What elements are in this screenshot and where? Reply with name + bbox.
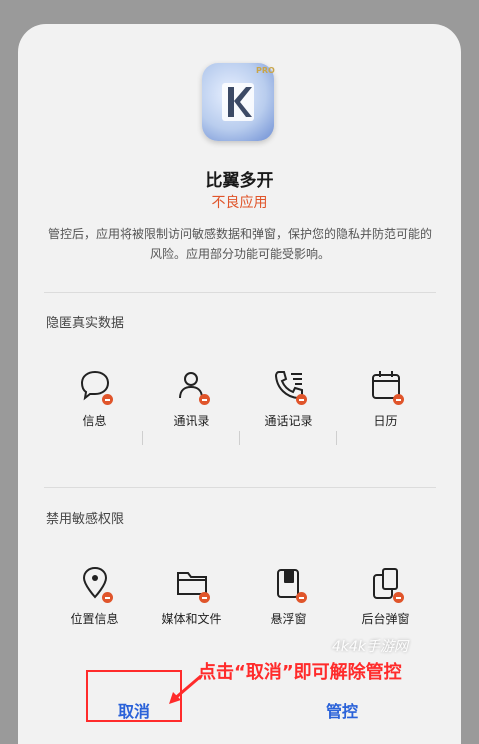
restricted-badge [296,394,307,405]
permission-item-floating-window[interactable]: 悬浮窗 [240,566,337,627]
hidden-item-label: 日历 [373,414,398,428]
app-name: 比翼多开 [205,171,274,191]
restricted-badge [393,592,404,603]
permission-item-label: 媒体和文件 [161,612,222,626]
action-bar: 取消 管控 [0,680,479,722]
hidden-item-calendar[interactable]: 日历 [337,368,434,429]
section-title-hide-data: 隐匿真实数据 [46,316,125,331]
permission-item-background-popup[interactable]: 后台弹窗 [337,566,434,627]
restricted-badge [102,394,113,405]
item-separator [239,431,240,445]
item-separator [142,431,143,445]
pro-badge: PRO [256,66,275,75]
watermark: 4k4k手游网 [332,639,409,655]
k-logo-icon [222,83,254,121]
item-separator [336,431,337,445]
permission-item-label: 位置信息 [70,612,119,626]
app-icon: PRO [202,63,275,141]
restricted-badge [102,592,113,603]
hidden-item-label: 信息 [82,414,107,428]
restricted-badge [296,592,307,603]
permission-item-media[interactable]: 媒体和文件 [143,566,240,627]
hidden-item-label: 通话记录 [264,414,313,428]
control-description: 管控后，应用将被限制访问敏感数据和弹窗，保护您的隐私并防范可能的风险。应用部分功… [47,227,432,261]
restricted-badge [199,592,210,603]
hidden-item-label: 通讯录 [173,414,210,428]
app-risk-tag: 不良应用 [211,195,268,211]
restricted-badge [199,394,210,405]
annotation-highlight-box [86,670,182,722]
permission-item-label: 悬浮窗 [270,612,307,626]
hidden-item-contacts[interactable]: 通讯录 [143,368,240,429]
hidden-item-call-log[interactable]: 通话记录 [240,368,337,429]
hidden-data-grid: 信息 通讯录 通话记录 日历 [46,368,434,429]
divider [44,487,436,488]
disabled-permissions-grid: 位置信息 媒体和文件 悬浮窗 后台弹窗 [46,566,434,627]
permission-item-location[interactable]: 位置信息 [46,566,143,627]
divider [44,292,436,293]
manage-button[interactable]: 管控 [326,698,358,722]
permission-item-label: 后台弹窗 [361,612,410,626]
restricted-badge [393,394,404,405]
hidden-item-messages[interactable]: 信息 [46,368,143,429]
section-title-disable-permissions: 禁用敏感权限 [46,512,125,527]
